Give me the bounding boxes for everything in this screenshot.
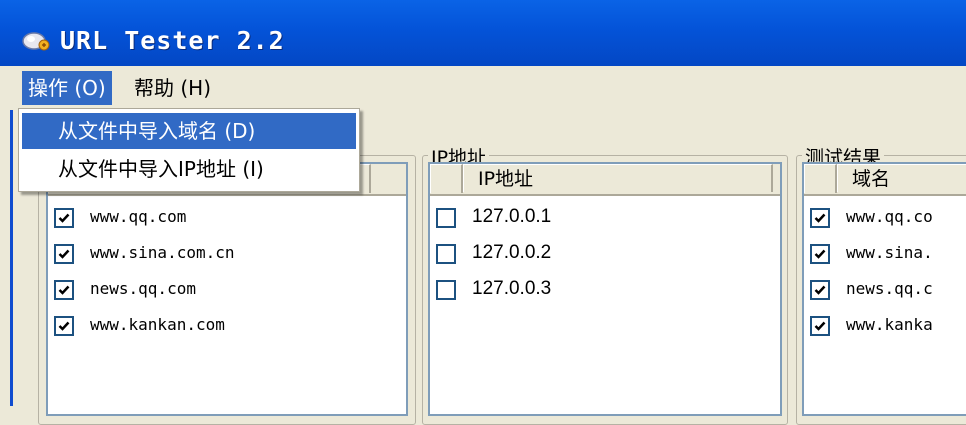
checkbox-checked[interactable] (810, 316, 830, 336)
checkbox-checked[interactable] (54, 280, 74, 300)
menu-bar: 操作 (O) 帮助 (H) (0, 66, 966, 110)
menu-help[interactable]: 帮助 (H) (128, 71, 217, 105)
checkbox-unchecked[interactable] (436, 280, 456, 300)
ip-list[interactable]: IP地址 127.0.0.1 127.0.0.2 127.0.0.3 (428, 162, 782, 416)
result-list-header: 域名 (804, 164, 966, 196)
menu-import-domains[interactable]: 从文件中导入域名 (D) (22, 113, 356, 149)
ip-list-header: IP地址 (430, 164, 780, 196)
ip-text: 127.0.0.3 (472, 278, 552, 299)
checkbox-checked[interactable] (54, 208, 74, 228)
result-text: www.kanka (846, 315, 933, 334)
app-icon (22, 32, 50, 51)
domain-text: news.qq.com (90, 279, 196, 298)
title-bar[interactable]: URL Tester 2.2 (0, 0, 966, 66)
result-column-header[interactable]: 域名 (837, 164, 966, 192)
domain-text: www.sina.com.cn (90, 243, 235, 262)
domain-text: www.kankan.com (90, 315, 225, 334)
result-list[interactable]: 域名 www.qq.co www.sina. news.qq.c www.kan… (802, 162, 966, 416)
checkbox-unchecked[interactable] (436, 244, 456, 264)
checkbox-checked[interactable] (810, 280, 830, 300)
ip-panel: IP地址 IP地址 127.0.0.1 127.0.0.2 127.0.0.3 (422, 143, 788, 425)
result-text: news.qq.c (846, 279, 933, 298)
ip-text: 127.0.0.1 (472, 206, 552, 227)
checkbox-checked[interactable] (54, 244, 74, 264)
result-panel: 测试结果 域名 www.qq.co www.sina. news.qq.c ww… (796, 143, 966, 425)
menu-operation[interactable]: 操作 (O) (22, 71, 112, 105)
window-title: URL Tester 2.2 (60, 26, 285, 55)
domain-text: www.qq.com (90, 207, 187, 226)
domain-list[interactable]: www.qq.com www.sina.com.cn news.qq.com w… (46, 162, 408, 416)
checkbox-checked[interactable] (54, 316, 74, 336)
result-text: www.qq.co (846, 207, 933, 226)
checkbox-checked[interactable] (810, 208, 830, 228)
menu-import-ips[interactable]: 从文件中导入IP地址 (I) (22, 151, 356, 187)
ip-text: 127.0.0.2 (472, 242, 552, 263)
result-text: www.sina. (846, 243, 933, 262)
operation-dropdown-menu: 从文件中导入域名 (D) 从文件中导入IP地址 (I) (18, 108, 360, 192)
ip-check-column-header[interactable] (430, 164, 463, 193)
ip-column-header[interactable]: IP地址 (463, 164, 773, 192)
checkbox-unchecked[interactable] (436, 208, 456, 228)
result-check-column-header[interactable] (804, 164, 837, 193)
checkbox-checked[interactable] (810, 244, 830, 264)
